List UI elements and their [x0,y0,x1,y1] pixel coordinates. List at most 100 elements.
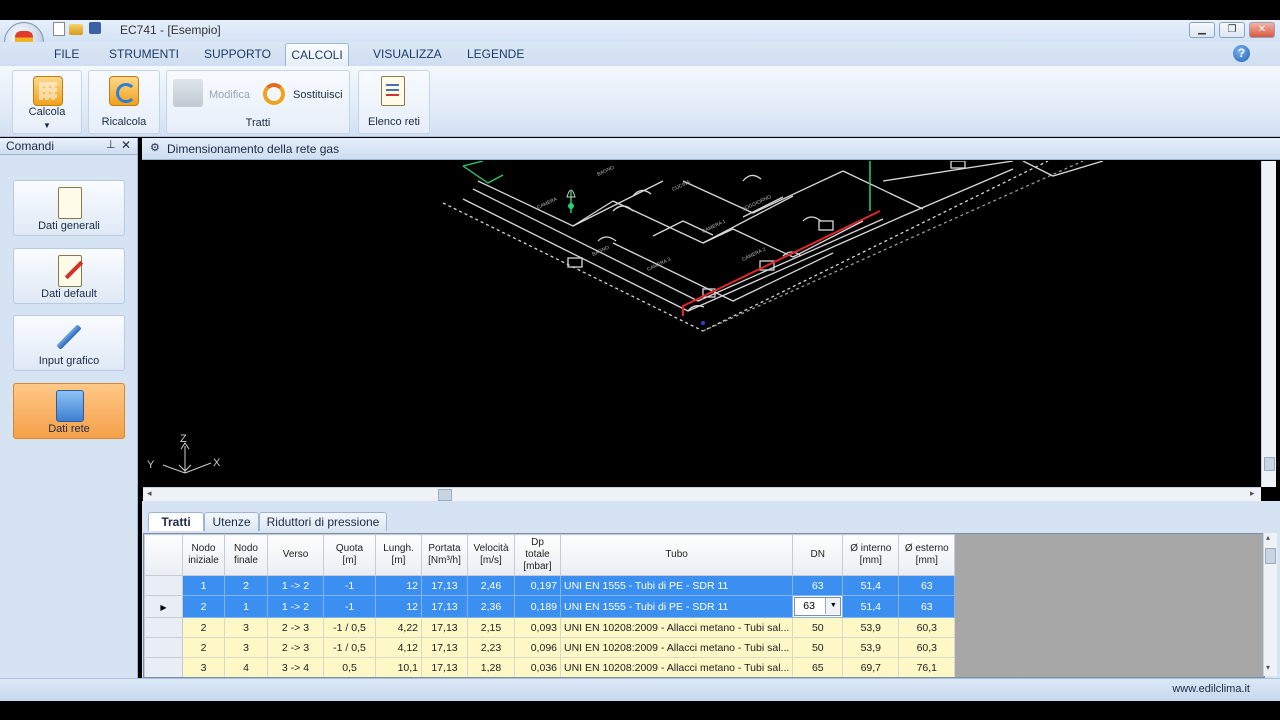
table-cell[interactable]: 1 [224,595,268,618]
table-row[interactable]: 121 -> 2 -1 12 17,13 2,46 0,197 UNI EN 1555 - … [144,575,956,596]
column-header[interactable]: Quota [m] [323,534,376,576]
table-cell[interactable]: 0,093 [514,617,561,638]
table-cell[interactable]: 0,197 [514,575,561,596]
table-cell[interactable]: 2 -> 3 [267,637,324,658]
close-window-button[interactable]: ✕ [1249,22,1275,38]
table-cell[interactable]: UNI EN 10208:2009 - Allacci metano - Tub… [559,657,794,677]
modifica-button[interactable]: Modifica [209,89,250,101]
table-cell[interactable]: UNI EN 10208:2009 - Allacci metano - Tub… [559,617,794,638]
table-row[interactable]: 343 -> 4 0,5 10,1 17,13 1,28 0,036 UNI EN 1020… [144,657,956,677]
table-cell[interactable]: 76,1 [898,657,956,677]
tab-utenze[interactable]: Utenze [204,512,259,531]
table-cell[interactable]: 60,3 [898,637,956,658]
scroll-thumb[interactable] [1265,548,1276,564]
table-cell[interactable]: 17,13 [421,637,468,658]
scroll-thumb[interactable] [1264,457,1275,471]
drawing-horizontal-scrollbar[interactable]: ◂ ▸ [143,487,1261,502]
cmd-dati-generali[interactable]: Dati generali [13,180,125,236]
table-cell[interactable]: 0,036 [514,657,561,677]
table-cell[interactable]: 0,189 [514,595,561,618]
table-cell[interactable]: 0,5 [323,657,376,677]
table-cell[interactable]: 50 [792,637,844,658]
table-cell[interactable]: 51,4 [842,595,900,618]
table-cell[interactable]: 17,13 [421,657,468,677]
table-cell[interactable]: 1 -> 2 [267,595,324,618]
row-header[interactable] [144,617,183,638]
table-cell[interactable]: UNI EN 1555 - Tubi di PE - SDR 11 [559,595,794,618]
table-cell[interactable]: UNI EN 10208:2009 - Allacci metano - Tub… [559,637,794,658]
new-file-icon[interactable] [53,22,65,36]
table-cell[interactable]: -1 / 0,5 [323,617,376,638]
column-header[interactable]: Lungh. [m] [375,534,422,576]
table-cell[interactable]: 4 [224,657,268,677]
table-cell[interactable]: 12 [375,575,422,596]
table-cell[interactable]: 3 [224,617,268,638]
table-row[interactable]: 232 -> 3 -1 / 0,5 4,12 17,13 2,23 0,096 UNI EN… [144,637,956,658]
cmd-dati-rete[interactable]: Dati rete [13,383,125,439]
table-cell[interactable]: 3 [182,657,225,677]
row-header[interactable] [144,637,183,658]
scroll-thumb[interactable] [438,489,452,501]
tab-tratti[interactable]: Tratti [148,512,204,531]
table-cell[interactable]: 4,12 [375,637,422,658]
table-cell[interactable]: -1 / 0,5 [323,637,376,658]
row-header[interactable] [144,657,183,677]
table-cell[interactable]: 1 [182,575,225,596]
row-header[interactable]: ▶ [144,595,183,618]
table-cell[interactable]: 53,9 [842,637,900,658]
drawing-vertical-scrollbar[interactable] [1261,161,1276,487]
cmd-input-grafico[interactable]: Input grafico [13,315,125,371]
tab-riduttori[interactable]: Riduttori di pressione [259,512,387,531]
table-cell[interactable]: 53,9 [842,617,900,638]
table-cell[interactable]: 63 ▼ [792,595,844,618]
table-cell[interactable]: 2 -> 3 [267,617,324,638]
table-cell[interactable]: -1 [323,575,376,596]
column-header[interactable]: Dp totale [mbar] [514,534,561,576]
column-header[interactable]: Tubo [559,534,794,576]
save-icon[interactable] [89,22,101,34]
table-cell[interactable]: 50 [792,617,844,638]
table-cell[interactable]: UNI EN 1555 - Tubi di PE - SDR 11 [559,575,794,596]
table-cell[interactable]: 2,23 [467,637,515,658]
calcola-button[interactable]: Calcola ▼ [12,70,82,134]
dn-select[interactable]: 63 ▼ [794,597,842,616]
tab-supporto[interactable]: SUPPORTO [204,47,271,61]
table-cell[interactable]: 4,22 [375,617,422,638]
table-cell[interactable]: 12 [375,595,422,618]
tab-visualizza[interactable]: VISUALIZZA [373,47,442,61]
column-header[interactable]: Velocità [m/s] [467,534,515,576]
table-cell[interactable]: 63 [898,595,956,618]
cmd-dati-default[interactable]: Dati default [13,248,125,304]
table-cell[interactable]: 2 [182,595,225,618]
open-folder-icon[interactable] [69,24,83,35]
cad-drawing-canvas[interactable]: CAMERA CAMERA 2 CAMERA 3 CAMERA 1 SOGGIO… [143,160,1261,487]
table-cell[interactable]: 10,1 [375,657,422,677]
scroll-up-icon[interactable]: ▴ [1266,533,1270,542]
table-cell[interactable]: 1,28 [467,657,515,677]
ricalcola-button[interactable]: Ricalcola [88,70,160,134]
table-row[interactable]: 232 -> 3 -1 / 0,5 4,22 17,13 2,15 0,093 UNI EN… [144,617,956,638]
table-cell[interactable]: 63 [898,575,956,596]
website-link[interactable]: www.edilclima.it [1172,683,1250,695]
column-header[interactable]: Ø esterno [mm] [898,534,956,576]
row-header[interactable] [144,575,183,596]
tab-legende[interactable]: LEGENDE [467,47,524,61]
table-cell[interactable]: 1 -> 2 [267,575,324,596]
table-cell[interactable]: 3 [224,637,268,658]
table-cell[interactable]: 63 [792,575,844,596]
restore-button[interactable]: ❐ [1219,22,1245,38]
column-header[interactable]: Verso [267,534,324,576]
scroll-down-icon[interactable]: ▾ [1266,663,1270,672]
column-header[interactable]: Nodo finale [224,534,268,576]
table-cell[interactable]: -1 [323,595,376,618]
tab-strumenti[interactable]: STRUMENTI [109,47,179,61]
table-cell[interactable]: 2 [224,575,268,596]
table-cell[interactable]: 17,13 [421,617,468,638]
column-header[interactable]: Ø interno [mm] [842,534,900,576]
table-cell[interactable]: 60,3 [898,617,956,638]
table-cell[interactable]: 0,096 [514,637,561,658]
chevron-down-icon[interactable]: ▼ [825,598,841,614]
table-cell[interactable]: 51,4 [842,575,900,596]
pin-icon[interactable]: ⊥ [106,138,116,151]
table-cell[interactable]: 2 [182,637,225,658]
